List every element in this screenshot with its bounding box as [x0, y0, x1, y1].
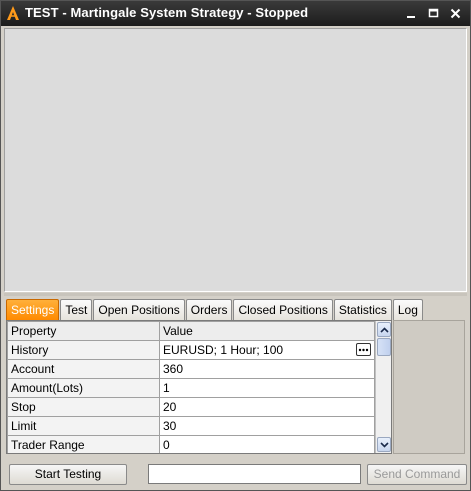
property-name: History — [7, 340, 160, 360]
property-name: Trader Range — [7, 435, 160, 453]
table-row[interactable]: Amount(Lots) 1 — [7, 378, 375, 398]
property-name: Stop — [7, 397, 160, 417]
property-value[interactable]: 360 — [159, 359, 375, 379]
tab-open-positions[interactable]: Open Positions — [93, 299, 185, 320]
chevron-down-icon — [379, 441, 389, 448]
window-title: TEST - Martingale System Strategy - Stop… — [25, 5, 309, 20]
property-name: Amount(Lots) — [7, 378, 160, 398]
command-input[interactable] — [148, 464, 361, 484]
close-icon — [450, 8, 461, 19]
table-header-row: Property Value — [7, 321, 375, 341]
chevron-up-icon — [379, 326, 389, 333]
title-bar[interactable]: TEST - Martingale System Strategy - Stop… — [1, 1, 470, 26]
close-button[interactable] — [449, 7, 462, 20]
tab-settings[interactable]: Settings — [6, 299, 60, 320]
tab-orders[interactable]: Orders — [185, 299, 233, 320]
tab-closed-positions[interactable]: Closed Positions — [233, 299, 333, 320]
footer-bar: Start Testing Send Command — [1, 459, 470, 490]
tab-log[interactable]: Log — [392, 299, 423, 320]
property-name: Account — [7, 359, 160, 379]
table-row[interactable]: Stop 20 — [7, 397, 375, 417]
property-value[interactable]: 20 — [159, 397, 375, 417]
app-window: TEST - Martingale System Strategy - Stop… — [0, 0, 471, 491]
table-row[interactable]: History EURUSD; 1 Hour; 100 — [7, 340, 375, 360]
scroll-up-button[interactable] — [377, 322, 391, 337]
property-value-text: EURUSD; 1 Hour; 100 — [163, 343, 284, 357]
property-grid: Property Value History EURUSD; 1 Hour; 1… — [6, 320, 392, 454]
property-value[interactable]: EURUSD; 1 Hour; 100 — [159, 340, 375, 360]
tab-statistics[interactable]: Statistics — [333, 299, 392, 320]
tab-strip: Settings Test Open Positions Orders Clos… — [6, 299, 423, 321]
table-row[interactable]: Trader Range 0 — [7, 435, 375, 453]
property-name: Limit — [7, 416, 160, 436]
ellipsis-icon — [358, 348, 369, 351]
minimize-button[interactable] — [405, 7, 418, 20]
bottom-panel: Settings Test Open Positions Orders Clos… — [4, 296, 467, 458]
table-row[interactable]: Account 360 — [7, 359, 375, 379]
maximize-button[interactable] — [427, 7, 440, 20]
column-header-property: Property — [7, 321, 160, 341]
minimize-icon — [407, 16, 415, 18]
property-value[interactable]: 30 — [159, 416, 375, 436]
ellipsis-button[interactable] — [356, 343, 371, 356]
tab-test[interactable]: Test — [60, 299, 93, 320]
vertical-scrollbar[interactable] — [375, 321, 391, 453]
send-command-button[interactable]: Send Command — [367, 464, 467, 485]
chart-area[interactable] — [4, 28, 467, 292]
scroll-down-button[interactable] — [377, 437, 391, 452]
table-row[interactable]: Limit 30 — [7, 416, 375, 436]
maximize-icon — [428, 8, 439, 18]
app-logo-icon — [7, 6, 19, 20]
property-value[interactable]: 1 — [159, 378, 375, 398]
column-header-value: Value — [159, 321, 375, 341]
property-value[interactable]: 0 — [159, 435, 375, 453]
start-testing-button[interactable]: Start Testing — [9, 464, 127, 485]
grid-side-panel — [393, 320, 465, 454]
scroll-thumb[interactable] — [377, 338, 391, 356]
property-table: Property Value History EURUSD; 1 Hour; 1… — [7, 321, 375, 453]
